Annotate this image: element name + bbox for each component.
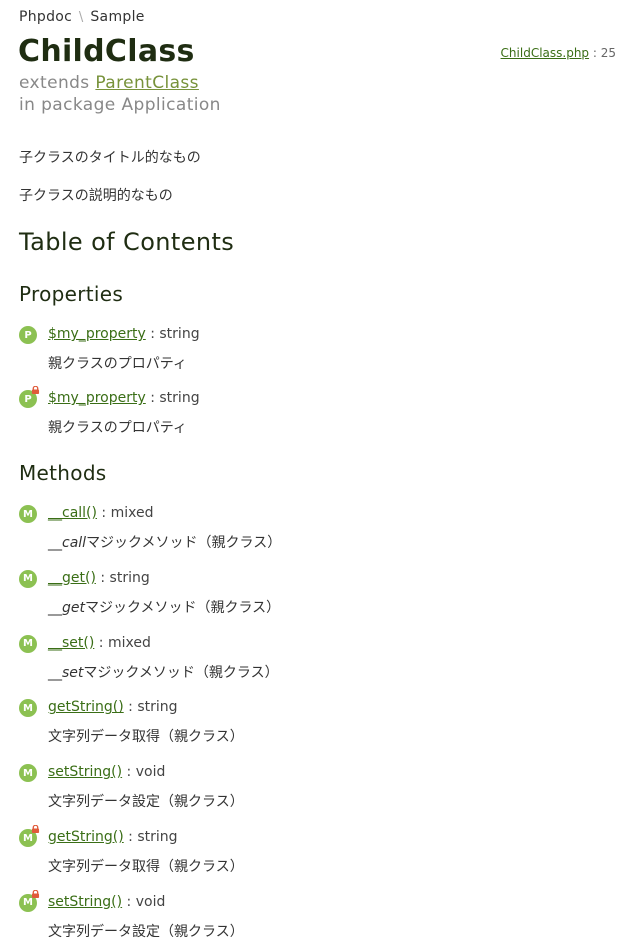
type-separator: :	[96, 505, 111, 521]
property-signature: $my_property : string	[48, 326, 200, 342]
method-badge-icon: M	[19, 634, 37, 653]
method-badge-icon: M	[19, 699, 37, 718]
type-separator: :	[123, 829, 138, 845]
lock-icon	[31, 386, 40, 394]
method-description: __callマジックメソッド（親クラス）	[48, 532, 281, 552]
lock-icon	[31, 825, 40, 833]
property-name-link[interactable]: $my_property	[48, 326, 146, 342]
method-signature: __get() : string	[48, 570, 150, 586]
method-name-link[interactable]: __call()	[48, 505, 97, 521]
method-signature: setString() : void	[48, 894, 165, 910]
breadcrumb: Phpdoc \ Sample	[19, 9, 145, 25]
page-title: ChildClass	[18, 34, 195, 69]
toc-heading: Table of Contents	[19, 228, 235, 256]
type-separator: :	[122, 893, 136, 910]
method-description: 文字列データ取得（親クラス）	[48, 726, 244, 746]
property-type: string	[159, 326, 200, 342]
method-signature: __set() : mixed	[48, 635, 151, 651]
method-description-emphasis: __call	[48, 535, 87, 551]
method-description: 文字列データ設定（親クラス）	[48, 791, 244, 811]
method-badge-icon: M	[19, 764, 37, 783]
method-type: string	[109, 569, 150, 586]
method-signature: getString() : string	[48, 829, 178, 845]
method-name-link[interactable]: setString()	[48, 894, 122, 910]
type-separator: :	[95, 569, 110, 586]
type-separator: :	[145, 390, 160, 406]
property-badge-icon: P	[19, 326, 37, 344]
method-description-text: 文字列データ設定（親クラス）	[48, 794, 244, 811]
properties-heading: Properties	[19, 282, 124, 306]
breadcrumb-child-link[interactable]: Sample	[90, 9, 144, 25]
method-description: 文字列データ設定（親クラス）	[48, 921, 244, 941]
line-number: 25	[600, 46, 616, 60]
property-signature: $my_property : string	[48, 390, 200, 406]
method-name-link[interactable]: setString()	[48, 764, 122, 780]
methods-heading: Methods	[19, 461, 107, 485]
method-badge-icon: M	[19, 505, 37, 523]
parent-class-link[interactable]: ParentClass	[95, 73, 199, 93]
method-description-text: 文字列データ取得（親クラス）	[48, 859, 244, 875]
method-description: 文字列データ取得（親クラス）	[48, 856, 244, 876]
method-description-emphasis: __get	[48, 599, 85, 616]
method-type: void	[135, 764, 166, 781]
type-separator: :	[122, 764, 136, 781]
property-type: string	[159, 390, 200, 406]
method-description-text: 文字列データ設定（親クラス）	[48, 923, 244, 940]
extends-label: extends	[19, 73, 90, 93]
method-type: string	[137, 699, 178, 716]
property-description-text: 親クラスのプロパティ	[48, 420, 187, 436]
file-link[interactable]: ChildClass.php	[501, 46, 590, 60]
method-type: mixed	[110, 505, 154, 521]
method-name-link[interactable]: __set()	[48, 635, 94, 651]
type-separator: :	[123, 699, 138, 716]
breadcrumb-separator: \	[78, 10, 84, 25]
lock-icon	[31, 889, 40, 898]
property-description-text: 親クラスのプロパティ	[48, 356, 187, 372]
method-type: mixed	[107, 634, 151, 651]
type-separator: :	[94, 634, 108, 651]
method-signature: __call() : mixed	[48, 505, 154, 521]
method-signature: getString() : string	[48, 699, 178, 715]
property-name-link[interactable]: $my_property	[48, 390, 146, 406]
method-badge-icon: M	[19, 569, 37, 588]
property-description: 親クラスのプロパティ	[48, 417, 187, 437]
package-line: in package Application	[19, 95, 221, 115]
method-description-text: マジックメソッド（親クラス）	[86, 535, 282, 551]
method-description-text: マジックメソッド（親クラス）	[85, 599, 281, 616]
method-type: string	[137, 829, 178, 845]
line-separator: :	[589, 46, 601, 60]
type-separator: :	[145, 326, 160, 342]
method-description-emphasis: __set	[48, 664, 84, 681]
method-name-link[interactable]: __get()	[48, 570, 96, 586]
breadcrumb-root-link[interactable]: Phpdoc	[19, 9, 72, 25]
method-type: void	[135, 893, 166, 910]
extends-line: extends ParentClass	[19, 73, 199, 93]
method-name-link[interactable]: getString()	[48, 829, 124, 845]
method-signature: setString() : void	[48, 764, 165, 780]
method-name-link[interactable]: getString()	[48, 699, 124, 715]
class-description: 子クラスの説明的なもの	[19, 188, 173, 204]
class-summary: 子クラスのタイトル的なもの	[19, 150, 201, 166]
method-description: __setマジックメソッド（親クラス）	[48, 662, 279, 682]
method-description-text: マジックメソッド（親クラス）	[83, 664, 279, 681]
method-description-text: 文字列データ取得（親クラス）	[48, 729, 244, 746]
property-description: 親クラスのプロパティ	[48, 353, 187, 373]
method-description: __getマジックメソッド（親クラス）	[48, 597, 280, 617]
file-reference: ChildClass.php : 25	[501, 46, 616, 60]
